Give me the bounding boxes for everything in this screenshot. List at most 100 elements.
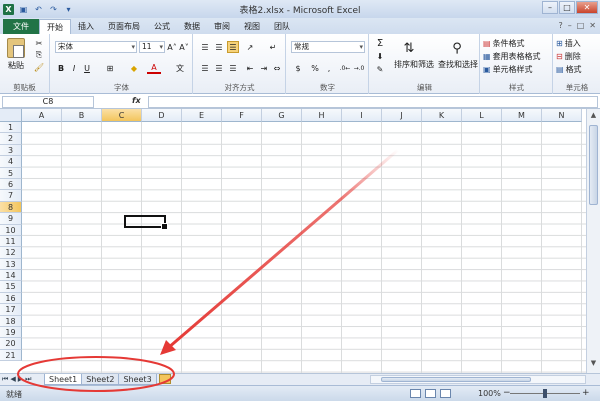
- active-cell[interactable]: [124, 214, 168, 231]
- formula-input[interactable]: [148, 96, 598, 108]
- tab-team[interactable]: 团队: [267, 19, 297, 34]
- currency-button[interactable]: $: [291, 62, 305, 74]
- align-top-icon[interactable]: ☰: [199, 41, 211, 53]
- scroll-up-icon[interactable]: ▲: [587, 111, 600, 123]
- row-header-7[interactable]: 7: [0, 190, 22, 202]
- paste-button[interactable]: [6, 37, 26, 59]
- zoom-in-icon[interactable]: +: [582, 388, 590, 398]
- column-header-i[interactable]: I: [342, 109, 382, 122]
- align-right-icon[interactable]: ☰: [227, 62, 239, 74]
- sort-filter-button[interactable]: ⇅: [394, 38, 424, 58]
- row-header-9[interactable]: 9: [0, 213, 22, 225]
- maximize-button[interactable]: □: [559, 1, 575, 14]
- align-left-icon[interactable]: ☰: [199, 62, 211, 74]
- row-header-1[interactable]: 1: [0, 122, 22, 134]
- row-header-17[interactable]: 17: [0, 304, 22, 316]
- column-header-d[interactable]: D: [142, 109, 182, 122]
- name-box[interactable]: C8: [2, 96, 94, 108]
- column-header-c[interactable]: C: [102, 109, 142, 122]
- column-header-l[interactable]: L: [462, 109, 502, 122]
- ribbon-minimize-icon[interactable]: –: [568, 21, 572, 30]
- sheet-tab-3[interactable]: Sheet3: [118, 374, 157, 385]
- sheet-tab-1[interactable]: Sheet1: [44, 374, 83, 385]
- bold-button[interactable]: B: [56, 62, 66, 74]
- row-header-18[interactable]: 18: [0, 315, 22, 328]
- row-header-20[interactable]: 20: [0, 338, 22, 350]
- align-bottom-icon[interactable]: ☰: [227, 41, 239, 53]
- decrease-decimal-icon[interactable]: →.0: [353, 62, 365, 74]
- fill-color-icon[interactable]: ◆: [127, 62, 141, 74]
- normal-view-icon[interactable]: [410, 389, 421, 398]
- column-header-f[interactable]: F: [222, 109, 262, 122]
- row-header-11[interactable]: 11: [0, 235, 22, 248]
- find-select-button[interactable]: ⚲: [442, 38, 472, 58]
- borders-icon[interactable]: ⊞: [103, 62, 117, 74]
- column-header-k[interactable]: K: [422, 109, 462, 122]
- vertical-scrollbar[interactable]: ▲ ▼: [586, 109, 600, 373]
- vertical-scroll-thumb[interactable]: [589, 125, 598, 205]
- tab-view[interactable]: 视图: [237, 19, 267, 34]
- insert-function-button[interactable]: fx: [132, 96, 141, 105]
- column-header-n[interactable]: N: [542, 109, 582, 122]
- ribbon-restore-icon[interactable]: □: [577, 21, 585, 30]
- italic-button[interactable]: I: [69, 62, 79, 74]
- format-painter-icon[interactable]: 🖌: [33, 62, 45, 72]
- merge-center-icon[interactable]: ⇔: [271, 62, 283, 74]
- sheet-tab-2[interactable]: Sheet2: [81, 374, 120, 385]
- percent-button[interactable]: %: [309, 62, 321, 74]
- align-center-icon[interactable]: ☰: [213, 62, 225, 74]
- number-format-select[interactable]: 常规: [291, 41, 365, 53]
- column-header-g[interactable]: G: [262, 109, 302, 122]
- row-header-5[interactable]: 5: [0, 167, 22, 179]
- zoom-level[interactable]: 100%: [478, 389, 501, 398]
- row-header-14[interactable]: 14: [0, 270, 22, 282]
- font-name-select[interactable]: 宋体: [55, 41, 137, 53]
- font-size-select[interactable]: 11: [139, 41, 165, 53]
- page-break-view-icon[interactable]: [440, 389, 451, 398]
- row-header-2[interactable]: 2: [0, 133, 22, 145]
- paste-label[interactable]: 粘贴: [4, 60, 28, 70]
- tab-formulas[interactable]: 公式: [147, 19, 177, 34]
- row-header-15[interactable]: 15: [0, 281, 22, 293]
- help-icon[interactable]: ?: [558, 21, 562, 30]
- decrease-indent-icon[interactable]: ⇤: [244, 62, 256, 74]
- zoom-slider-knob[interactable]: [543, 389, 547, 398]
- format-cells-button[interactable]: ▤ 格式: [556, 64, 598, 74]
- cut-icon[interactable]: ✂: [33, 38, 45, 48]
- insert-sheet-icon[interactable]: [158, 374, 171, 384]
- row-header-3[interactable]: 3: [0, 144, 22, 157]
- tab-page-layout[interactable]: 页面布局: [101, 19, 147, 34]
- workbook-close-icon[interactable]: ✕: [589, 21, 596, 30]
- delete-cells-button[interactable]: ⊟ 删除: [556, 51, 598, 61]
- column-header-a[interactable]: A: [22, 109, 62, 122]
- increase-indent-icon[interactable]: ⇥: [258, 62, 270, 74]
- phonetic-icon[interactable]: 文: [173, 62, 187, 74]
- insert-cells-button[interactable]: ⊞ 插入: [556, 38, 598, 48]
- first-sheet-icon[interactable]: ⏮: [2, 375, 8, 384]
- table-format-button[interactable]: ▦ 套用表格格式: [483, 51, 551, 61]
- row-header-6[interactable]: 6: [0, 178, 22, 191]
- find-select-label[interactable]: 查找和选择: [436, 58, 480, 70]
- cell-area[interactable]: [22, 122, 586, 373]
- row-header-10[interactable]: 10: [0, 224, 22, 236]
- clear-icon[interactable]: ✎: [374, 63, 386, 75]
- horizontal-scrollbar[interactable]: [370, 375, 586, 384]
- column-header-m[interactable]: M: [502, 109, 542, 122]
- autosum-button[interactable]: Σ: [374, 37, 386, 49]
- tab-insert[interactable]: 插入: [71, 19, 101, 34]
- row-header-13[interactable]: 13: [0, 258, 22, 271]
- wrap-text-icon[interactable]: ↵: [266, 41, 280, 53]
- shrink-font-icon[interactable]: A˅: [179, 41, 189, 53]
- align-middle-icon[interactable]: ☰: [213, 41, 225, 53]
- cell-styles-button[interactable]: ▣ 单元格样式: [483, 64, 551, 74]
- column-header-j[interactable]: J: [382, 109, 422, 122]
- column-header-h[interactable]: H: [302, 109, 342, 122]
- sort-filter-label[interactable]: 排序和筛选: [392, 58, 436, 70]
- scroll-down-icon[interactable]: ▼: [587, 359, 600, 371]
- column-header-e[interactable]: E: [182, 109, 222, 122]
- select-all-corner[interactable]: [0, 109, 22, 122]
- row-header-12[interactable]: 12: [0, 247, 22, 259]
- close-button[interactable]: ✕: [576, 1, 598, 14]
- tab-review[interactable]: 审阅: [207, 19, 237, 34]
- zoom-slider[interactable]: [510, 389, 580, 398]
